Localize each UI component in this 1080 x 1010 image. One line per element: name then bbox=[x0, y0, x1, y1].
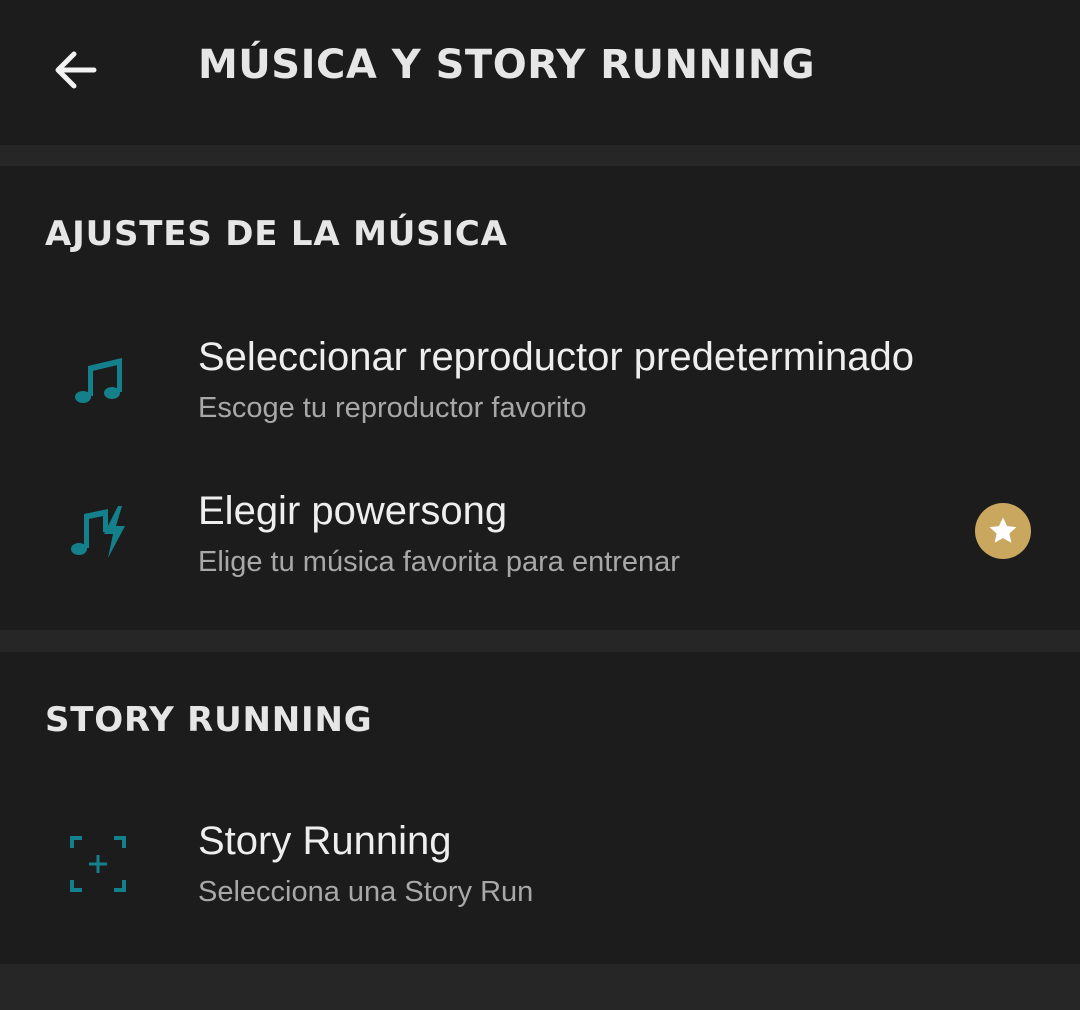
premium-badge bbox=[975, 503, 1031, 559]
row-subtitle: Elige tu música favorita para entrenar bbox=[198, 546, 680, 578]
settings-screen: MÚSICA Y STORY RUNNING AJUSTES DE LA MÚS… bbox=[0, 0, 1080, 1010]
row-subtitle: Selecciona una Story Run bbox=[198, 876, 534, 908]
row-title: Elegir powersong bbox=[198, 489, 508, 533]
row-title: Seleccionar reproductor predeterminado bbox=[198, 335, 914, 379]
premium-star-icon bbox=[989, 517, 1017, 543]
select-default-player-item[interactable]: Seleccionar reproductor predeterminado E… bbox=[0, 314, 1080, 454]
section-title-music: AJUSTES DE LA MÚSICA bbox=[45, 214, 508, 254]
powersong-icon bbox=[62, 496, 134, 568]
story-running-section: STORY RUNNING Story Running Selecciona u… bbox=[0, 652, 1080, 964]
choose-powersong-item[interactable]: Elegir powersong Elige tu música favorit… bbox=[0, 468, 1080, 608]
music-settings-section: AJUSTES DE LA MÚSICA Seleccionar reprodu… bbox=[0, 166, 1080, 630]
story-run-add-icon bbox=[62, 828, 134, 900]
music-note-icon bbox=[62, 344, 134, 416]
section-title-story: STORY RUNNING bbox=[45, 700, 373, 740]
app-bar: MÚSICA Y STORY RUNNING bbox=[0, 0, 1080, 145]
row-title: Story Running bbox=[198, 819, 452, 863]
story-running-item[interactable]: Story Running Selecciona una Story Run bbox=[0, 798, 1080, 938]
row-subtitle: Escoge tu reproductor favorito bbox=[198, 392, 587, 424]
arrow-left-icon bbox=[55, 51, 97, 89]
back-button[interactable] bbox=[40, 34, 112, 106]
page-title: MÚSICA Y STORY RUNNING bbox=[198, 42, 816, 88]
